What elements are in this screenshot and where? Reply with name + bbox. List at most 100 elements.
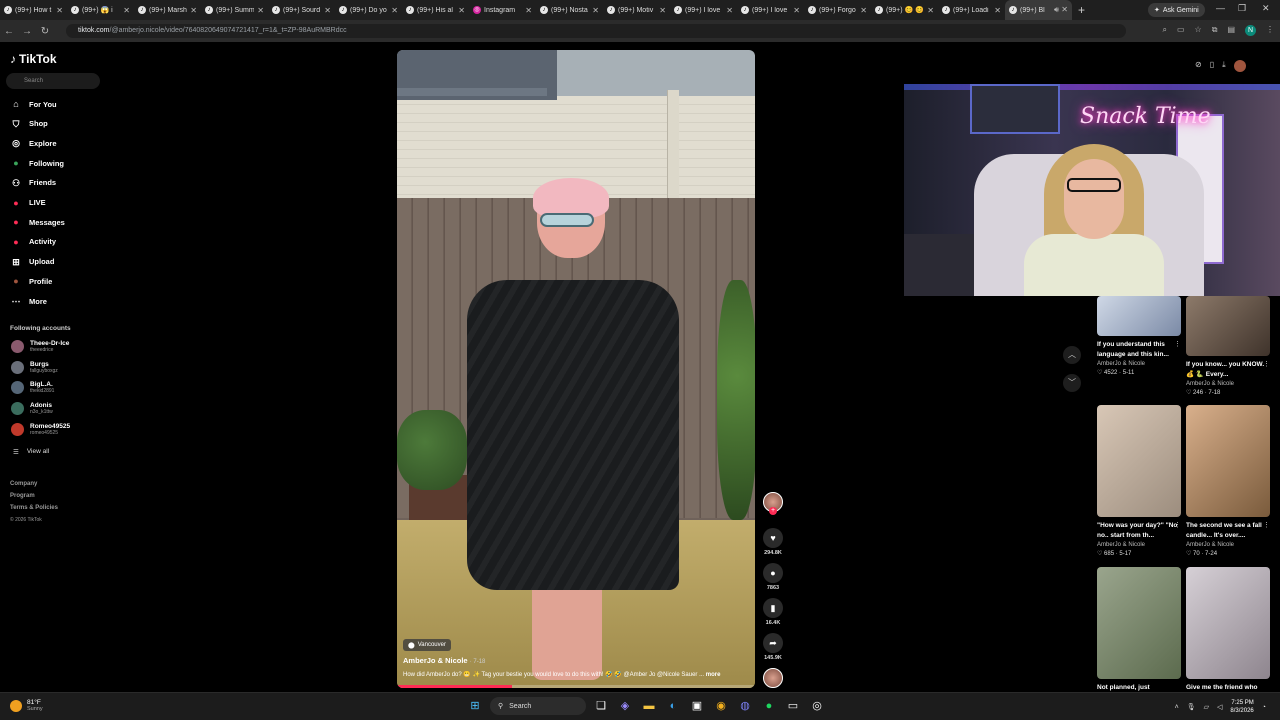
video-card[interactable]: If you know... you KNOW. 💰 🐍 Every... Amb… — [1186, 296, 1270, 398]
footer-link-company[interactable]: Company — [10, 478, 58, 490]
taskbar-search[interactable]: ⚲ Search — [490, 697, 586, 715]
extensions-icon[interactable]: ⧉ — [1212, 25, 1218, 36]
video-thumbnail[interactable] — [1186, 405, 1270, 517]
tab-close-icon[interactable]: ✕ — [927, 6, 934, 15]
app-icon[interactable]: ▭ — [784, 697, 802, 715]
following-account[interactable]: Theee-Dr-Ice theeedrice — [11, 340, 69, 353]
following-account[interactable]: Burgs fallguyboxgz — [11, 360, 58, 374]
video-progress-bar[interactable] — [397, 685, 755, 688]
browser-tab[interactable]: ♪ (99+) Motiv ✕ — [603, 0, 670, 20]
nav-item-live[interactable]: ● LIVE — [10, 197, 45, 209]
mic-icon[interactable]: 🎙︎ — [1187, 703, 1196, 711]
nav-item-upload[interactable]: ⊞ Upload — [10, 256, 54, 268]
following-account[interactable]: Adonis n3o_k1ttw — [11, 402, 53, 416]
nav-item-friends[interactable]: ⚇ Friends — [10, 177, 56, 189]
browser-tab[interactable]: ♪ (99+) Marsh ✕ — [134, 0, 201, 20]
weather-widget[interactable]: 81°F Sunny — [10, 699, 43, 713]
sound-disc-icon[interactable] — [763, 668, 783, 688]
video-thumbnail[interactable] — [1186, 567, 1270, 679]
browser-tab[interactable]: ♪ (99+) Summ ✕ — [201, 0, 268, 20]
download-icon[interactable]: ⤓ — [1222, 60, 1226, 72]
nav-item-for-you[interactable]: ⌂ For You — [10, 98, 56, 110]
maximize-icon[interactable]: ❐ — [1238, 3, 1246, 14]
device-icon[interactable]: ▯ — [1210, 60, 1214, 72]
clock[interactable]: 7:25 PM 8/3/2026 — [1230, 699, 1253, 715]
cast-icon[interactable]: ▭ — [1177, 25, 1185, 36]
copilot-icon[interactable]: ◈ — [616, 697, 634, 715]
video-author[interactable]: AmberJo & Nicole · 7-18 — [403, 656, 485, 665]
browser-tab[interactable]: ♪ (99+) Sourd ✕ — [268, 0, 335, 20]
chrome-icon[interactable]: ◉ — [712, 697, 730, 715]
browser-tab[interactable]: ◎ Instagram ✕ — [469, 0, 536, 20]
view-all-button[interactable]: ☰ View all — [13, 448, 49, 456]
browser-tab[interactable]: ♪ (99+) I love ✕ — [737, 0, 804, 20]
tab-close-icon[interactable]: ✕ — [726, 6, 733, 15]
video-card[interactable]: The second we see a fall candle... It's … — [1186, 405, 1270, 559]
windows-start-icon[interactable]: ⊞ — [466, 697, 484, 715]
url-input[interactable]: tiktok.com/@amberjo.nicole/video/7640820… — [66, 24, 1126, 38]
minimize-icon[interactable]: — — [1216, 3, 1225, 13]
new-tab-icon[interactable]: + — [1072, 3, 1091, 17]
browser-tab[interactable]: ♪ (99+) 😊 😊 ✕ — [871, 0, 938, 20]
close-window-icon[interactable]: ✕ — [1262, 3, 1270, 14]
following-account[interactable]: BigL.A. thekid2891 — [11, 381, 54, 395]
notification-icon[interactable]: ◔ — [1262, 704, 1266, 711]
browser-tab[interactable]: ♪ (99+) Forgo ✕ — [804, 0, 871, 20]
video-card[interactable]: "How was your day?" "No no.. start from … — [1097, 405, 1181, 559]
tab-close-icon[interactable]: 🔊︎ ✕ — [1054, 5, 1068, 15]
file-explorer-icon[interactable]: ▬ — [640, 697, 658, 715]
tab-close-icon[interactable]: ✕ — [860, 6, 867, 15]
network-icon[interactable]: ▱ — [1204, 703, 1209, 711]
chevron-up-icon[interactable]: ˄ — [1175, 704, 1179, 711]
tab-close-icon[interactable]: ✕ — [123, 6, 130, 15]
tab-close-icon[interactable]: ✕ — [793, 6, 800, 15]
tab-close-icon[interactable]: ✕ — [324, 6, 331, 15]
video-card[interactable]: Not planned, just — [1097, 567, 1181, 693]
browser-tab[interactable]: ♪ (99+) His al ✕ — [402, 0, 469, 20]
reload-icon[interactable]: ↻ — [36, 26, 54, 37]
tab-close-icon[interactable]: ✕ — [525, 6, 532, 15]
tab-close-icon[interactable]: ✕ — [190, 6, 197, 15]
ask-gemini-button[interactable]: ✦ Ask Gemini — [1148, 3, 1205, 17]
browser-tab[interactable]: ♪ (99+) I love ✕ — [670, 0, 737, 20]
previous-video-button[interactable]: ︿ — [1063, 346, 1081, 364]
caption-more-link[interactable]: more — [706, 672, 721, 678]
user-avatar[interactable] — [1233, 60, 1246, 72]
nav-item-activity[interactable]: ● Activity — [10, 236, 56, 248]
zoom-icon[interactable]: ⌕ — [1163, 25, 1167, 36]
browser-tab[interactable]: ♪ (99+) Bl 🔊︎ ✕ — [1005, 0, 1072, 20]
next-video-button[interactable]: ﹀ — [1063, 374, 1081, 392]
location-badge[interactable]: ⬤ Vancouver — [403, 639, 451, 651]
nav-item-more[interactable]: ⋯ More — [10, 295, 47, 307]
more-options-icon[interactable]: ⋮ — [1174, 521, 1181, 529]
more-options-icon[interactable]: ⋮ — [1263, 521, 1270, 529]
nav-item-messages[interactable]: ● Messages — [10, 216, 65, 228]
footer-link-program[interactable]: Program — [10, 490, 58, 502]
menu-icon[interactable]: ⋮ — [1266, 25, 1274, 36]
video-card[interactable]: If you understand this language and this… — [1097, 296, 1181, 378]
video-player[interactable]: ⬤ Vancouver AmberJo & Nicole · 7-18 How … — [397, 50, 755, 688]
browser-tab[interactable]: ♪ (99+) Do yo ✕ — [335, 0, 402, 20]
back-icon[interactable]: ← — [0, 26, 18, 37]
nav-item-explore[interactable]: ◎ Explore — [10, 137, 56, 149]
tab-close-icon[interactable]: ✕ — [56, 6, 63, 15]
browser-tab[interactable]: ♪ (99+) 😱 i ✕ — [67, 0, 134, 20]
video-thumbnail[interactable] — [1097, 405, 1181, 517]
tiktok-logo[interactable]: ♪ TikTok — [10, 52, 57, 66]
spotify-icon[interactable]: ● — [760, 697, 778, 715]
discord-icon[interactable]: ◍ — [736, 697, 754, 715]
following-account[interactable]: Romeo49525 romeo49525 — [11, 422, 70, 436]
tab-close-icon[interactable]: ✕ — [391, 6, 398, 15]
tab-close-icon[interactable]: ✕ — [994, 6, 1001, 15]
video-card[interactable]: Give me the friend who — [1186, 567, 1270, 693]
tab-close-icon[interactable]: ✕ — [257, 6, 264, 15]
task-view-icon[interactable]: ❏ — [592, 697, 610, 715]
save-button[interactable]: ▮ 16.4K — [760, 598, 786, 626]
tab-close-icon[interactable]: ✕ — [659, 6, 666, 15]
video-thumbnail[interactable] — [1097, 567, 1181, 679]
nav-item-profile[interactable]: ● Profile — [10, 275, 52, 287]
edge-icon[interactable]: ◐ — [664, 697, 682, 715]
store-icon[interactable]: ▣ — [688, 697, 706, 715]
follow-plus-icon[interactable]: + — [769, 507, 777, 515]
nav-item-shop[interactable]: ⛉ Shop — [10, 118, 48, 130]
